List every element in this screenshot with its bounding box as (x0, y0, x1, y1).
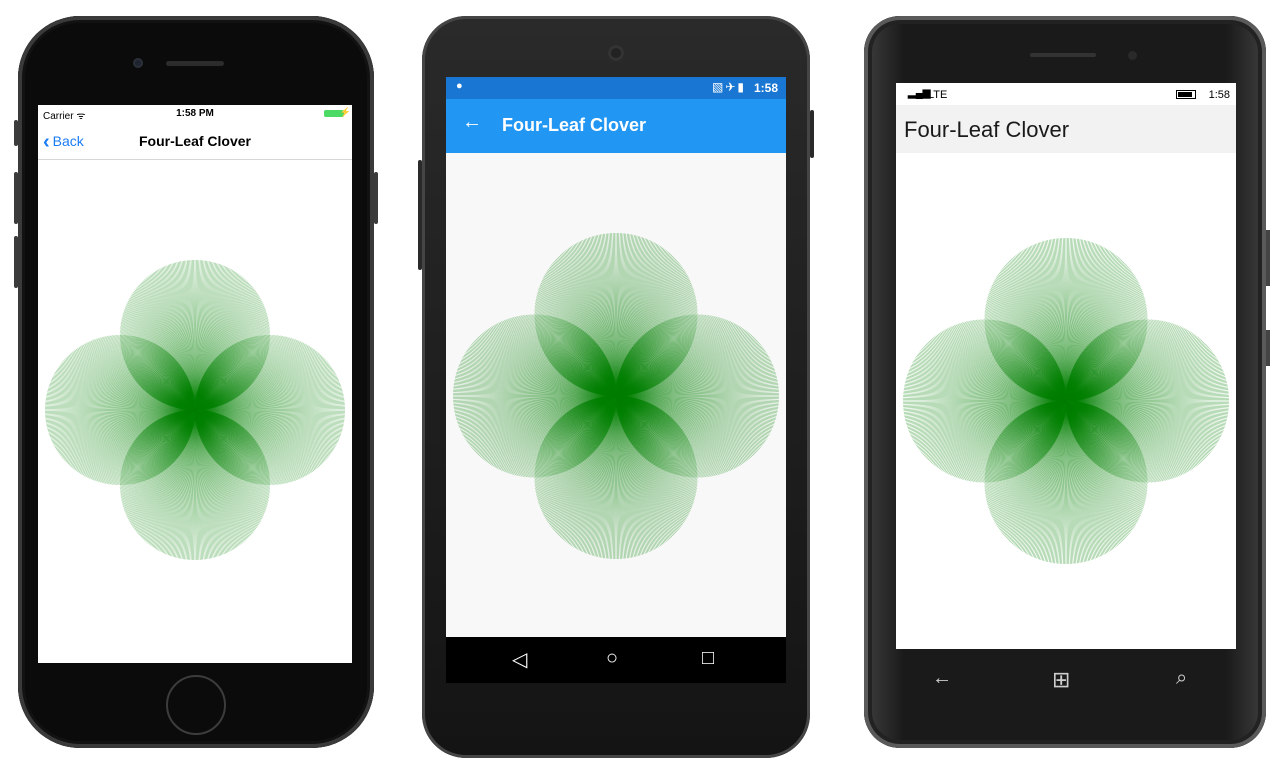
android-toolbar: ← Four-Leaf Clover (446, 99, 786, 153)
android-status-icons: ▧✈▮ (712, 80, 746, 94)
android-speaker-grille (608, 45, 624, 61)
iphone-volume-down (14, 236, 18, 288)
page-title: Four-Leaf Clover (502, 115, 647, 135)
network-type: LTE (928, 89, 948, 101)
no-sim-icon: ▧ (711, 80, 726, 94)
nav-back-button[interactable]: ◁ (512, 647, 527, 672)
wp-status-time: 1:58 (1208, 89, 1230, 101)
airplane-icon: ✈ (725, 80, 738, 94)
android-screen: ● ▧✈▮ 1:58 ← Four-Leaf Clover ◁ ○ □ (446, 77, 786, 683)
ios-navigation-bar: ‹ Back Four-Leaf Clover (38, 123, 352, 160)
battery-icon: ▮ (737, 80, 746, 94)
clover-lines (903, 238, 1229, 564)
wp-volume-button (1266, 230, 1270, 286)
page-title: Four-Leaf Clover (138, 133, 251, 149)
search-icon[interactable]: ⌕ (1176, 667, 1187, 690)
windows-start-icon[interactable]: ⊞ (1052, 667, 1070, 693)
back-arrow-icon[interactable]: ← (462, 111, 482, 134)
android-navigation-bar: ◁ ○ □ (446, 637, 786, 683)
clover-lines (45, 260, 345, 560)
iphone-camera (133, 58, 143, 68)
nav-home-button[interactable]: ○ (606, 647, 618, 670)
android-notification-icon: ● (456, 80, 463, 92)
four-leaf-clover (453, 233, 779, 559)
iphone-mute-switch (14, 120, 18, 146)
wp-power-button (1266, 330, 1270, 366)
battery-icon (1176, 90, 1196, 99)
iphone-home-button[interactable] (166, 675, 226, 735)
android-status-time: 1:58 (753, 81, 778, 95)
nav-back-button[interactable]: ← (932, 667, 952, 690)
ios-status-bar: Carrier ᯤ 1:58 PM ⚡ (38, 105, 352, 123)
four-leaf-clover (903, 238, 1229, 564)
wp-navigation-bar: ← ⊞ ⌕ (896, 649, 1236, 711)
android-content (446, 153, 786, 637)
charging-icon: ⚡ (339, 107, 351, 117)
windows-phone-screen: ▂▄▆ LTE 1:58 Four-Leaf Clover (896, 83, 1236, 649)
wp-title-bar: Four-Leaf Clover (896, 105, 1236, 153)
ios-status-time: 1:58 PM (176, 108, 214, 119)
page-title: Four-Leaf Clover (904, 117, 1070, 142)
wp-camera (1128, 51, 1137, 60)
four-leaf-clover (45, 260, 345, 560)
nav-recents-button[interactable]: □ (702, 647, 714, 670)
iphone-power-button (374, 172, 378, 224)
wp-status-bar: ▂▄▆ LTE 1:58 (896, 83, 1236, 105)
wp-speaker (1030, 53, 1096, 57)
android-status-bar: ● ▧✈▮ 1:58 (446, 77, 786, 99)
clover-lines (453, 233, 779, 559)
iphone-screen: Carrier ᯤ 1:58 PM ⚡ ‹ Back Four-Leaf Clov… (38, 105, 352, 663)
android-volume-rocker (418, 160, 422, 270)
iphone-volume-up (14, 172, 18, 224)
iphone-speaker (166, 61, 224, 66)
android-power-button (810, 110, 814, 158)
